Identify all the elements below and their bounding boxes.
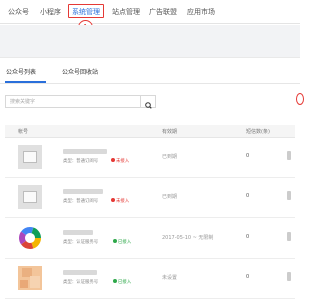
account-name-redacted [63, 189, 103, 194]
account-name-redacted [63, 230, 93, 235]
account-type: 类型：认证服务号 [63, 240, 99, 245]
tab-bar: 公众号列表 公众号回收站 [0, 58, 300, 84]
active-tab-underline [5, 81, 46, 83]
status-badge: 未接入 [111, 198, 129, 204]
sms-count: 0 [246, 274, 250, 280]
nav-item-ad-alliance[interactable]: 广告联盟 [149, 7, 177, 17]
search-button[interactable] [140, 96, 155, 109]
search-box [5, 95, 156, 109]
status-badge: 未接入 [111, 158, 129, 164]
tab-recycle-bin[interactable]: 公众号回收站 [62, 67, 98, 76]
blurred-avatar [18, 266, 42, 290]
account-type: 类型：普通订阅号 [63, 199, 99, 204]
image-placeholder-icon [18, 185, 42, 209]
status-dot-icon [111, 198, 115, 203]
search-icon [145, 102, 152, 109]
account-type: 类型：认证服务号 [63, 280, 99, 285]
table-header: 帐号 有效期 短信数(条) [5, 125, 295, 138]
status-dot-icon [113, 239, 117, 244]
sms-count: 0 [246, 234, 250, 240]
search-input[interactable] [6, 96, 141, 107]
sms-count: 0 [246, 193, 250, 199]
highlight-box [68, 4, 104, 18]
nav-item-site-management[interactable]: 站点管理 [112, 7, 140, 17]
sms-count: 0 [246, 153, 250, 159]
validity-value: 已到期 [162, 194, 178, 200]
tab-account-list[interactable]: 公众号列表 [6, 67, 36, 76]
color-ring-avatar [19, 227, 41, 249]
account-type: 类型：普通订阅号 [63, 159, 99, 164]
status-badge: 已接入 [113, 279, 131, 285]
table-row[interactable]: 类型：普通订阅号 未接入 已到期 0 [5, 179, 295, 218]
top-nav: 公众号 小程序 系统管理 站点管理 广告联盟 应用市场 [0, 0, 300, 24]
validity-value: 未设置 [162, 275, 178, 281]
row-action[interactable] [287, 151, 291, 160]
table-row[interactable]: 类型：认证服务号 已接入 2017-05-10 ~ 无限制 0 [5, 220, 295, 259]
table-row[interactable]: 类型：普通订阅号 未接入 已到期 0 [5, 139, 295, 178]
status-badge: 已接入 [113, 239, 131, 245]
nav-item-app-market[interactable]: 应用市场 [187, 7, 215, 17]
status-dot-icon [111, 158, 115, 163]
account-name-redacted [63, 149, 107, 154]
row-action[interactable] [287, 232, 291, 241]
status-dot-icon [113, 279, 117, 284]
nav-item-official-account[interactable]: 公众号 [8, 7, 29, 17]
account-name-redacted [63, 270, 97, 275]
header-account: 帐号 [18, 129, 29, 135]
table-row[interactable]: 类型：认证服务号 已接入 未设置 0 [5, 260, 295, 299]
row-action[interactable] [287, 191, 291, 200]
image-placeholder-icon [18, 145, 42, 169]
header-validity: 有效期 [162, 129, 178, 135]
validity-value: 2017-05-10 ~ 无限制 [162, 235, 214, 241]
validity-value: 已到期 [162, 154, 178, 160]
row-action[interactable] [287, 272, 291, 281]
nav-item-mini-program[interactable]: 小程序 [40, 7, 61, 17]
header-sms-count: 短信数(条) [246, 129, 270, 135]
header-band [0, 25, 300, 58]
annotation-edge-circle [296, 93, 304, 105]
